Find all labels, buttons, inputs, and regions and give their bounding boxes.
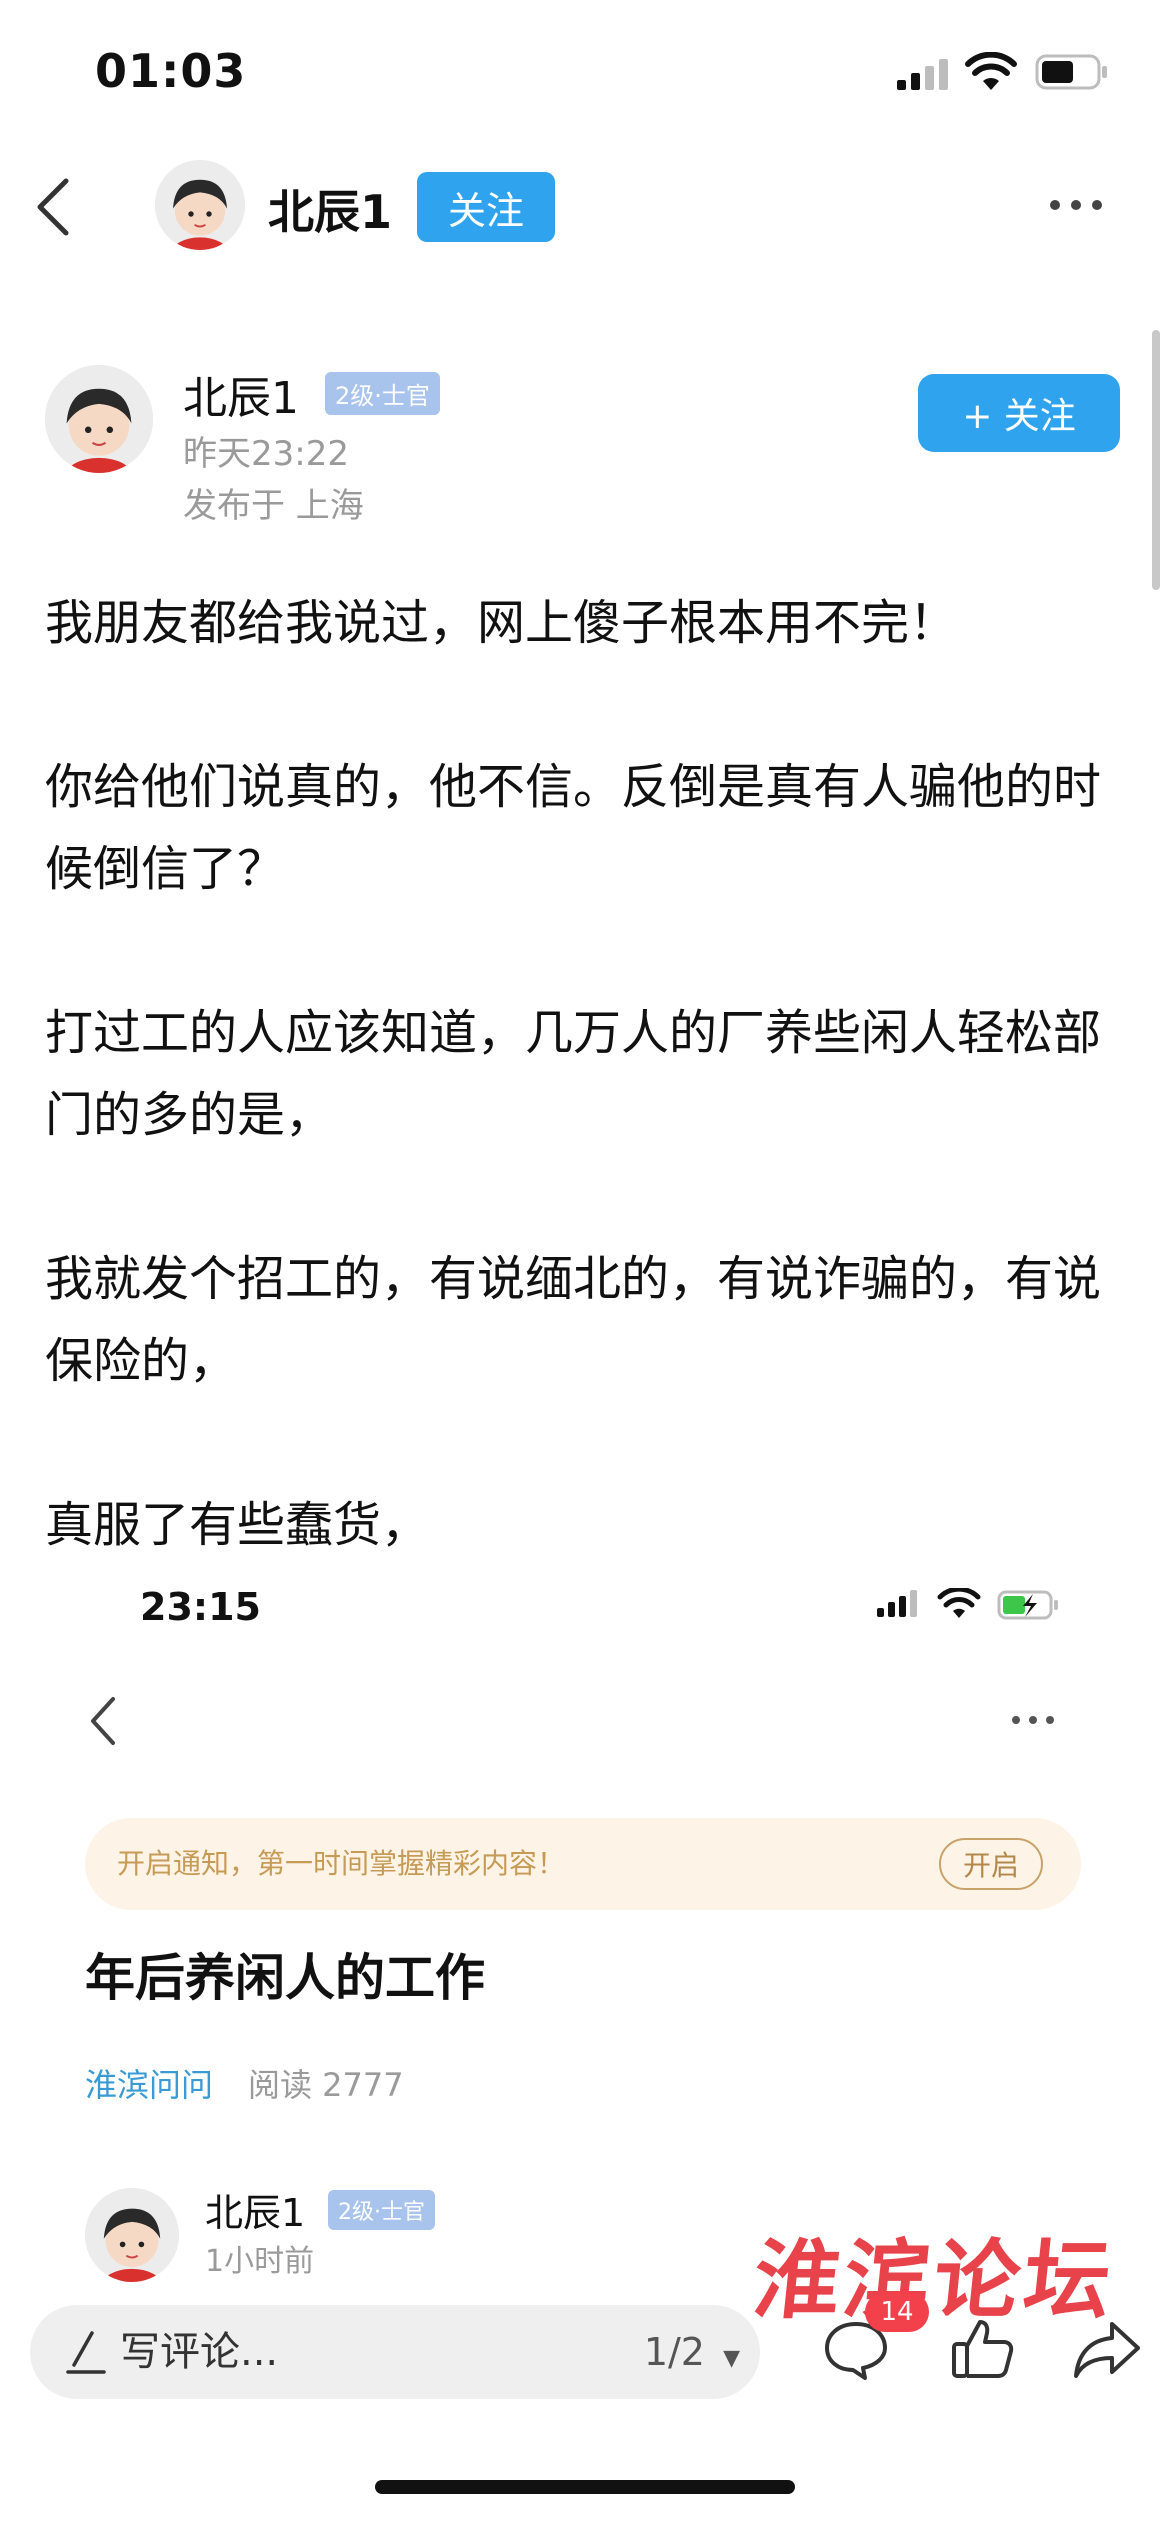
author-name[interactable]: 北辰1 <box>183 362 299 426</box>
like-icon[interactable] <box>950 2316 1016 2386</box>
embedded-screenshot[interactable] <box>0 1550 1170 2290</box>
notification-enable-button: 开启 <box>939 1838 1043 1890</box>
avatar-image <box>85 2188 179 2282</box>
status-time: 01:03 <box>95 44 247 98</box>
embedded-time: 23:15 <box>140 1585 261 1629</box>
author-location: 发布于 上海 <box>183 486 364 526</box>
embedded-notification-banner: 开启通知，第一时间掌握精彩内容！ 开启 <box>85 1818 1081 1910</box>
page-indicator[interactable]: 1/2 ▼ <box>644 2305 740 2406</box>
embedded-author-level: 2级·士官 <box>328 2190 435 2230</box>
dropdown-caret-icon: ▼ <box>723 2346 740 2371</box>
post-paragraph: 打过工的人应该知道，几万人的厂养些闲人轻松部门的多的是， <box>45 1005 1102 1143</box>
author-level-badge: 2级·士官 <box>325 372 440 415</box>
scrollbar[interactable] <box>1152 330 1160 590</box>
nav-avatar[interactable] <box>155 160 245 250</box>
share-icon[interactable] <box>1072 2318 1142 2384</box>
embedded-author-name: 北辰1 <box>205 2191 306 2235</box>
post-paragraph: 我就发个招工的，有说缅北的，有说诈骗的，有说保险的， <box>45 1251 1102 1389</box>
post-body: 我朋友都给我说过，网上傻子根本用不完！ 你给他们说真的，他不信。反倒是真有人骗他… <box>45 582 1125 1566</box>
battery-icon <box>1035 54 1109 94</box>
wifi-icon <box>965 51 1017 96</box>
notification-text: 开启通知，第一时间掌握精彩内容！ <box>117 1847 566 1880</box>
embedded-board: 淮滨问问 <box>85 2066 214 2104</box>
embedded-author-time: 1小时前 <box>205 2244 315 2279</box>
back-icon[interactable] <box>30 175 76 243</box>
embedded-more-icon <box>1010 1712 1056 1732</box>
author-follow-button[interactable]: + 关注 <box>918 374 1120 452</box>
nav-follow-button[interactable]: 关注 <box>417 172 555 242</box>
comment-input[interactable]: 写评论... 1/2 ▼ <box>30 2305 760 2399</box>
page-indicator-text: 1/2 <box>643 2330 705 2374</box>
author-avatar[interactable] <box>45 365 153 473</box>
avatar-image <box>155 160 245 250</box>
more-icon[interactable] <box>1048 194 1104 220</box>
comment-placeholder: 写评论... <box>120 2329 279 2375</box>
post-paragraph: 我朋友都给我说过，网上傻子根本用不完！ <box>45 595 958 651</box>
watermark: 淮滨论坛 <box>748 2230 1120 2331</box>
post-paragraph: 你给他们说真的，他不信。反倒是真有人骗他的时候倒信了？ <box>45 759 1102 897</box>
pen-icon <box>66 2329 106 2379</box>
signal-icon <box>895 58 951 96</box>
author-time: 昨天23:22 <box>183 434 349 474</box>
nav-username[interactable]: 北辰1 <box>268 176 392 242</box>
embedded-back-icon <box>85 1695 121 1751</box>
avatar-image <box>45 365 153 473</box>
embedded-author-avatar <box>85 2188 179 2282</box>
home-indicator[interactable] <box>375 2480 795 2494</box>
embedded-status-icons <box>875 1586 1065 1628</box>
embedded-read-count: 阅读 2777 <box>248 2066 404 2104</box>
comment-count-badge: 14 <box>865 2292 929 2332</box>
embedded-title: 年后养闲人的工作 <box>85 1949 485 2007</box>
